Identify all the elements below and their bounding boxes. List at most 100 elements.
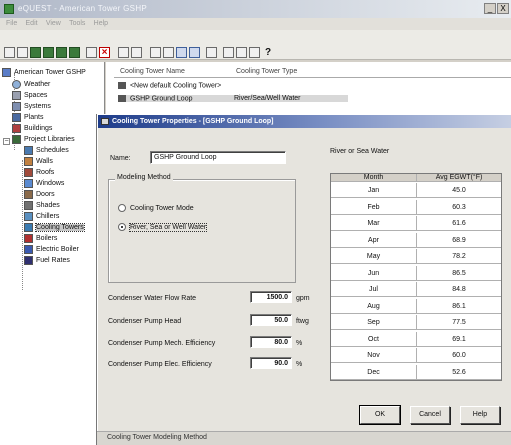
- radio-river-sea-well[interactable]: River, Sea or Well Water: [118, 222, 208, 232]
- month-cell: Sep: [331, 315, 417, 330]
- table-row[interactable]: Jul 84.8: [331, 282, 501, 297]
- table-row[interactable]: Sep 77.5: [331, 315, 501, 330]
- results-icon[interactable]: [249, 47, 260, 58]
- help-icon[interactable]: ?: [265, 47, 276, 58]
- save-icon[interactable]: [30, 47, 41, 58]
- menu-edit[interactable]: Edit: [26, 20, 38, 27]
- elec-efficiency-input[interactable]: 90.0: [250, 357, 292, 369]
- monthly-water-temp-table[interactable]: Month Avg EGWT(°F) Jan 45.0 Feb 60.3 Mar 61.6 Ap…: [330, 173, 502, 381]
- col-header-name[interactable]: Cooling Tower Name: [120, 68, 185, 75]
- help-button[interactable]: Help: [460, 406, 500, 424]
- menu-help[interactable]: Help: [94, 20, 108, 27]
- delete-icon[interactable]: ×: [99, 47, 110, 58]
- tree-item-windows[interactable]: Windows: [24, 179, 64, 188]
- temp-cell[interactable]: 69.1: [417, 332, 501, 347]
- elec-efficiency-unit: %: [296, 361, 303, 368]
- menu-view[interactable]: View: [46, 20, 61, 27]
- temp-cell[interactable]: 86.1: [417, 299, 501, 314]
- tree-root[interactable]: American Tower GSHP: [2, 68, 86, 77]
- tree-item-roofs[interactable]: Roofs: [24, 168, 54, 177]
- tree-item-weather[interactable]: Weather: [12, 80, 50, 89]
- flow-rate-input[interactable]: 1500.0: [250, 291, 292, 303]
- radio-cooling-tower-mode[interactable]: Cooling Tower Mode: [118, 204, 194, 212]
- tree-item-walls[interactable]: Walls: [24, 157, 53, 166]
- list-item-selected[interactable]: GSHP Ground Loop River/Sea/Well Water: [118, 95, 348, 103]
- plant-icon[interactable]: [69, 47, 80, 58]
- buildings-icon: [12, 124, 21, 133]
- table-row[interactable]: Dec 52.6: [331, 364, 501, 380]
- wall-icon: [24, 157, 33, 166]
- temp-cell[interactable]: 68.9: [417, 233, 501, 248]
- table-row[interactable]: Oct 69.1: [331, 331, 501, 347]
- grid-icon[interactable]: [176, 47, 187, 58]
- table-row[interactable]: Mar 61.6: [331, 216, 501, 231]
- minimize-button[interactable]: _: [484, 3, 496, 14]
- building-icon[interactable]: [56, 47, 67, 58]
- arrow-icon[interactable]: [150, 47, 161, 58]
- temp-cell[interactable]: 84.8: [417, 282, 501, 297]
- month-cell: Apr: [331, 232, 417, 248]
- plants-icon: [12, 113, 21, 122]
- table-icon[interactable]: [189, 47, 200, 58]
- tree-item-chillers[interactable]: Chillers: [24, 212, 59, 221]
- tree-item-electric-boiler[interactable]: Electric Boiler: [24, 245, 79, 254]
- library-folder-icon: [12, 135, 21, 144]
- tree-item-schedules[interactable]: Schedules: [24, 146, 69, 155]
- name-input[interactable]: GSHP Ground Loop: [150, 151, 286, 164]
- tree-item-libraries[interactable]: Project Libraries: [12, 135, 75, 144]
- tree-item-boilers[interactable]: Boilers: [24, 234, 57, 243]
- table-row[interactable]: Nov 60.0: [331, 348, 501, 363]
- chart-icon[interactable]: [206, 47, 217, 58]
- temp-cell[interactable]: 77.5: [417, 315, 501, 330]
- dialog-title: Cooling Tower Properties - [GSHP Ground …: [112, 118, 274, 125]
- cancel-button[interactable]: Cancel: [410, 406, 450, 424]
- report-icon[interactable]: [236, 47, 247, 58]
- temp-cell[interactable]: 86.5: [417, 266, 501, 281]
- ok-button[interactable]: OK: [359, 405, 401, 425]
- mech-efficiency-input[interactable]: 80.0: [250, 336, 292, 348]
- tree-item-fuel-rates[interactable]: Fuel Rates: [24, 256, 70, 265]
- menu-file[interactable]: File: [6, 20, 17, 27]
- table-row[interactable]: Jun 86.5: [331, 265, 501, 281]
- month-cell: Jul: [331, 282, 417, 297]
- library-icon[interactable]: [43, 47, 54, 58]
- tree-item-plants[interactable]: Plants: [12, 113, 43, 122]
- app-window: eQUEST - American Tower GSHP _ X File Ed…: [0, 0, 511, 445]
- cooling-tower-properties-dialog: Cooling Tower Properties - [GSHP Ground …: [97, 114, 511, 445]
- spaces-icon: [12, 91, 21, 100]
- temp-cell[interactable]: 52.6: [417, 365, 501, 380]
- copy-icon[interactable]: [86, 47, 97, 58]
- temp-cell[interactable]: 45.0: [417, 183, 501, 198]
- table-row[interactable]: Apr 68.9: [331, 232, 501, 248]
- pump-head-input[interactable]: 50.0: [250, 314, 292, 326]
- table-row[interactable]: Aug 86.1: [331, 298, 501, 314]
- temp-cell[interactable]: 78.2: [417, 249, 501, 264]
- table-row[interactable]: Jan 45.0: [331, 183, 501, 198]
- tree-line: [22, 160, 23, 290]
- move-icon[interactable]: [118, 47, 129, 58]
- temp-cell[interactable]: 60.0: [417, 348, 501, 363]
- menu-tools[interactable]: Tools: [69, 20, 85, 27]
- tree-item-systems[interactable]: Systems: [12, 102, 51, 111]
- collapse-toggle[interactable]: −: [3, 138, 10, 145]
- month-cell: Jan: [331, 183, 417, 198]
- tree-item-spaces[interactable]: Spaces: [12, 91, 47, 100]
- tool-icon[interactable]: [131, 47, 142, 58]
- tree-item-buildings[interactable]: Buildings: [12, 124, 52, 133]
- table-row[interactable]: Feb 60.3: [331, 199, 501, 215]
- tree-item-shades[interactable]: Shades: [24, 201, 60, 210]
- tree-item-doors[interactable]: Doors: [24, 190, 55, 199]
- month-cell: Mar: [331, 216, 417, 231]
- table-row[interactable]: May 78.2: [331, 249, 501, 264]
- list-item[interactable]: <New default Cooling Tower>: [118, 82, 221, 89]
- col-header-type[interactable]: Cooling Tower Type: [236, 68, 297, 75]
- tree-icon[interactable]: [223, 47, 234, 58]
- link-icon[interactable]: [163, 47, 174, 58]
- new-icon[interactable]: [4, 47, 15, 58]
- open-icon[interactable]: [17, 47, 28, 58]
- temp-cell[interactable]: 60.3: [417, 200, 501, 215]
- close-button[interactable]: X: [497, 3, 509, 14]
- temp-cell[interactable]: 61.6: [417, 216, 501, 231]
- tree-item-cooling-towers[interactable]: Cooling Towers: [24, 223, 85, 232]
- toolbar: × ?: [0, 30, 511, 60]
